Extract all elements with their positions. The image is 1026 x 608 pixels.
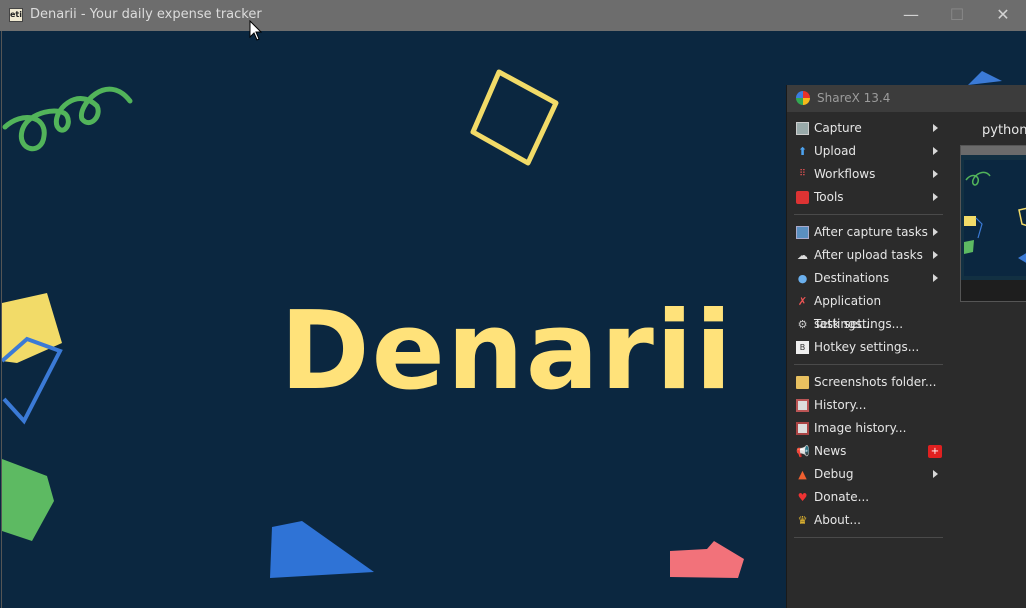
crown-icon: ♛ xyxy=(797,514,808,527)
menu-item-history[interactable]: History... xyxy=(790,394,943,417)
maximize-button[interactable]: ☐ xyxy=(934,0,980,31)
green-block-doodle xyxy=(2,459,54,541)
gear-icon: ⚙ xyxy=(797,318,808,331)
workflows-grid-icon: ⠿ xyxy=(799,169,806,179)
menu-item-after-upload-tasks[interactable]: ☁ After upload tasks xyxy=(790,244,943,267)
window-titlebar[interactable]: eti Denarii - Your daily expense tracker… xyxy=(0,0,1026,31)
destinations-icon: ● xyxy=(797,272,808,285)
preview-titlebar xyxy=(961,146,1026,155)
menu-item-upload[interactable]: ⬆ Upload xyxy=(790,140,943,163)
sharex-title: ShareX 13.4 xyxy=(817,91,891,105)
minimize-button[interactable]: — xyxy=(888,0,934,31)
capture-icon xyxy=(796,122,809,135)
menu-item-task-settings[interactable]: ⚙ Task settings... xyxy=(790,313,943,336)
app-icon: eti xyxy=(9,8,23,22)
cloud-upload-icon: ☁ xyxy=(797,249,808,262)
menu-item-debug[interactable]: ▲ Debug xyxy=(790,463,943,486)
green-spiral-doodle xyxy=(2,86,133,152)
preview-footer xyxy=(961,280,1026,301)
blue-triangle-doodle xyxy=(270,521,374,578)
image-history-icon xyxy=(796,422,809,435)
submenu-arrow-icon xyxy=(933,124,938,132)
submenu-arrow-icon xyxy=(933,170,938,178)
red-shape-doodle xyxy=(670,541,744,578)
keyboard-key-icon: B xyxy=(796,341,809,354)
menu-separator xyxy=(790,209,943,221)
preview-canvas xyxy=(964,160,1026,276)
sharex-logo-icon xyxy=(796,91,810,105)
menu-item-workflows[interactable]: ⠿ Workflows xyxy=(790,163,943,186)
traffic-cone-icon: ▲ xyxy=(798,468,807,481)
after-capture-icon xyxy=(796,226,809,239)
mouse-cursor-icon xyxy=(249,20,263,41)
submenu-arrow-icon xyxy=(933,251,938,259)
window-preview-thumbnail[interactable] xyxy=(960,145,1026,302)
folder-icon xyxy=(796,376,809,389)
heart-icon: ♥ xyxy=(797,491,808,504)
submenu-arrow-icon xyxy=(933,274,938,282)
preview-doodles xyxy=(964,171,1026,263)
menu-item-news[interactable]: 📢 News + xyxy=(790,440,943,463)
toolbox-icon xyxy=(796,191,809,204)
menu-separator xyxy=(790,532,943,544)
news-badge: + xyxy=(928,445,942,458)
menu-item-after-capture-tasks[interactable]: After capture tasks xyxy=(790,221,943,244)
sharex-titlebar: ShareX 13.4 xyxy=(787,85,1026,112)
upload-arrow-icon: ⬆ xyxy=(797,145,808,158)
menu-item-about[interactable]: ♛ About... xyxy=(790,509,943,532)
window-title: Denarii - Your daily expense tracker xyxy=(30,7,262,22)
sharex-menu-list: Capture ⬆ Upload ⠿ Workflows Tools After… xyxy=(790,117,943,544)
history-list-icon xyxy=(796,399,809,412)
wrench-screwdriver-icon: ✗ xyxy=(797,295,808,308)
blue-corner-doodle xyxy=(968,71,1002,85)
sharex-tray-menu[interactable]: ShareX 13.4 Capture ⬆ Upload ⠿ Workflows… xyxy=(786,85,1026,608)
menu-item-screenshots-folder[interactable]: Screenshots folder... xyxy=(790,371,943,394)
taskbar-preview-label: python_ xyxy=(982,123,1026,138)
menu-item-application-settings[interactable]: ✗ Application settings... xyxy=(790,290,943,331)
submenu-arrow-icon xyxy=(933,470,938,478)
megaphone-icon: 📢 xyxy=(796,445,810,458)
submenu-arrow-icon xyxy=(933,228,938,236)
menu-item-donate[interactable]: ♥ Donate... xyxy=(790,486,943,509)
menu-separator xyxy=(790,359,943,371)
submenu-arrow-icon xyxy=(933,193,938,201)
close-button[interactable]: ✕ xyxy=(980,0,1026,31)
menu-item-hotkey-settings[interactable]: B Hotkey settings... xyxy=(790,336,943,359)
menu-item-tools[interactable]: Tools xyxy=(790,186,943,209)
menu-item-image-history[interactable]: Image history... xyxy=(790,417,943,440)
menu-item-destinations[interactable]: ● Destinations xyxy=(790,267,943,290)
submenu-arrow-icon xyxy=(933,147,938,155)
menu-item-capture[interactable]: Capture xyxy=(790,117,943,140)
yellow-diamond-doodle xyxy=(470,69,559,166)
denarii-logo-text: Denarii xyxy=(280,289,734,414)
